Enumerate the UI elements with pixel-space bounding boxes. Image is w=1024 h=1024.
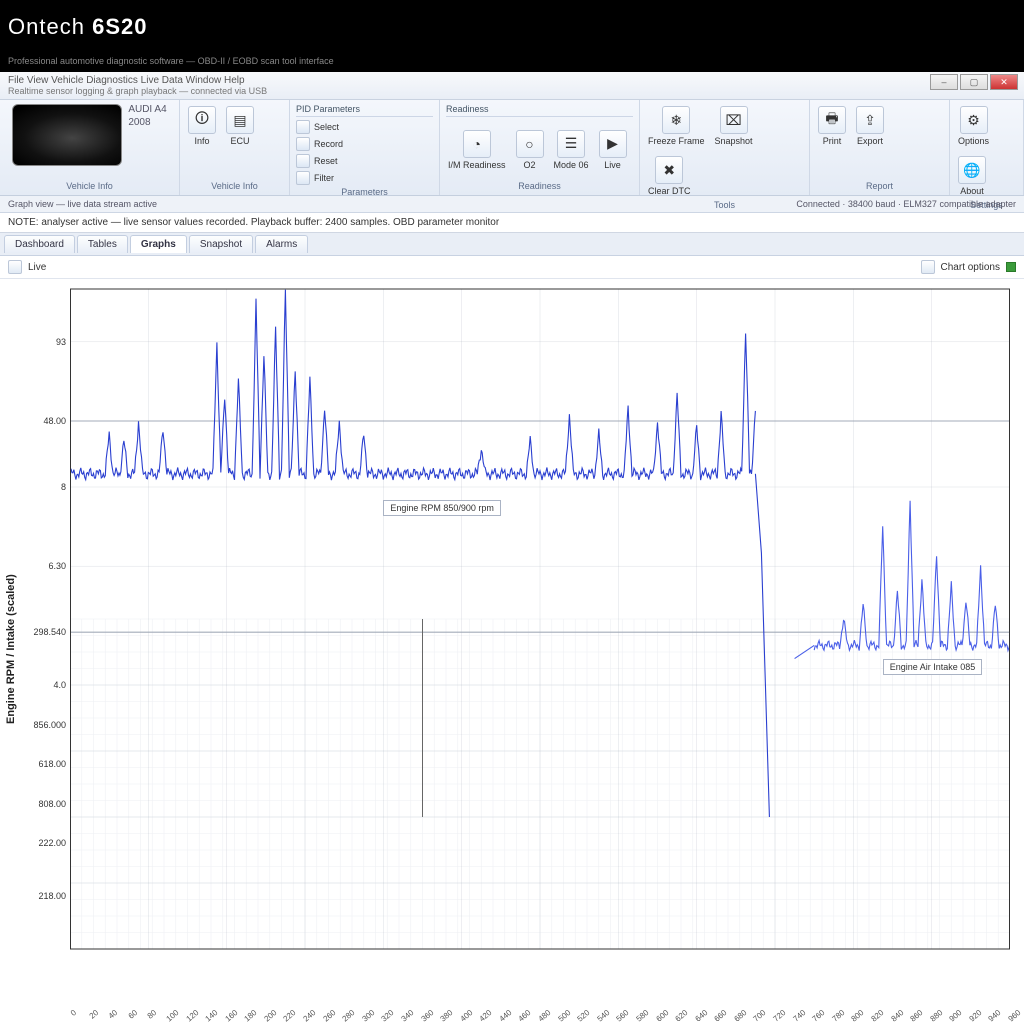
ribbon-group-info: 🛈Info ▤ECU Vehicle Info	[180, 100, 290, 195]
checkbox-icon	[296, 120, 310, 134]
ribbon-group-params: PID Parameters Select Record Reset Filte…	[290, 100, 440, 195]
chart-area: Engine RPM / Intake (scaled) 9348.0086.3…	[0, 279, 1024, 1019]
list-icon: ☰	[557, 130, 585, 158]
info-button[interactable]: 🛈Info	[186, 104, 218, 148]
info-icon: 🛈	[188, 106, 216, 134]
ribbon-caption-tools: Tools	[646, 200, 803, 210]
chip-icon: ▤	[226, 106, 254, 134]
chart-options-icon[interactable]	[921, 260, 935, 274]
ribbon-toolbar: AUDI A4 2008 Vehicle Info 🛈Info ▤ECU Veh…	[0, 100, 1024, 196]
export-button[interactable]: ⇪Export	[854, 104, 886, 148]
ribbon-group-readiness: Readiness ◔I/M Readiness ○O2 ☰Mode 06 ▶L…	[440, 100, 640, 195]
minimize-button[interactable]: –	[930, 74, 958, 90]
tab-alarms[interactable]: Alarms	[255, 235, 308, 253]
camera-icon: ⌧	[720, 106, 748, 134]
select-pid-button[interactable]: Select	[296, 120, 339, 134]
export-icon: ⇪	[856, 106, 884, 134]
chart-svg	[70, 279, 1010, 979]
readiness-header: Readiness	[446, 104, 633, 117]
snowflake-icon: ❄	[662, 106, 690, 134]
maximize-button[interactable]: ▢	[960, 74, 988, 90]
plot-area[interactable]: Engine RPM 850/900 rpm Engine Air Intake…	[70, 279, 1024, 1019]
play-icon: ▶	[599, 130, 627, 158]
o2-button[interactable]: ○O2	[514, 128, 546, 172]
app-brand: Ontech 6S20	[8, 14, 147, 40]
ribbon-caption-readiness: Readiness	[446, 181, 633, 191]
ribbon-caption-params: Parameters	[296, 187, 433, 197]
chart-options-label[interactable]: Chart options	[941, 262, 1000, 273]
legend-swatch	[1006, 262, 1016, 272]
chart-toolbar: Live Chart options	[0, 256, 1024, 279]
ribbon-group-report: 🖶Print ⇪Export Report	[810, 100, 950, 195]
x-axis-ticks: 0204060801001201401601802002202402602803…	[70, 999, 1024, 1019]
window-controls: – ▢ ✕	[930, 74, 1018, 90]
menu-line-1[interactable]: File View Vehicle Diagnostics Live Data …	[8, 75, 1016, 86]
status-right: Connected · 38400 baud · ELM327 compatib…	[796, 199, 1016, 209]
vehicle-image	[12, 104, 122, 166]
ribbon-group-vehicle: AUDI A4 2008 Vehicle Info	[0, 100, 180, 195]
reset-icon	[296, 154, 310, 168]
filter-icon	[296, 171, 310, 185]
y-axis-label: Engine RPM / Intake (scaled)	[0, 279, 22, 1019]
print-button[interactable]: 🖶Print	[816, 104, 848, 148]
status-bar: Graph view — live data stream active Con…	[0, 196, 1024, 213]
ribbon-caption-info: Vehicle Info	[186, 181, 283, 191]
chart-live-label: Live	[28, 262, 46, 273]
record-button[interactable]: Record	[296, 137, 343, 151]
snapshot-button[interactable]: ⌧Snapshot	[713, 104, 755, 148]
y-axis-ticks: 9348.0086.30298.5404.0856.000618.00808.0…	[22, 279, 70, 1019]
menu-bar: File View Vehicle Diagnostics Live Data …	[0, 72, 1024, 100]
erase-icon: ✖	[655, 156, 683, 184]
vehicle-model: AUDI A4	[128, 104, 166, 115]
reset-button[interactable]: Reset	[296, 154, 338, 168]
ribbon-caption-vehicle: Vehicle Info	[66, 181, 113, 191]
vehicle-year: 2008	[128, 117, 166, 128]
printer-icon: 🖶	[818, 106, 846, 134]
about-button[interactable]: 🌐About	[956, 154, 988, 198]
clear-dtc-button[interactable]: ✖Clear DTC	[646, 154, 693, 198]
chart-live-icon[interactable]	[8, 260, 22, 274]
ribbon-group-settings: ⚙Options 🌐About Settings	[950, 100, 1024, 195]
tab-graphs[interactable]: Graphs	[130, 235, 187, 253]
globe-icon: 🌐	[958, 156, 986, 184]
options-button[interactable]: ⚙Options	[956, 104, 991, 148]
title-bar: Ontech 6S20	[0, 0, 1024, 54]
menu-line-2: Realtime sensor logging & graph playback…	[8, 86, 1016, 96]
title-subtitle: Professional automotive diagnostic softw…	[0, 54, 1024, 72]
mode06-button[interactable]: ☰Mode 06	[552, 128, 591, 172]
o2-icon: ○	[516, 130, 544, 158]
tab-dashboard[interactable]: Dashboard	[4, 235, 75, 253]
filter-button[interactable]: Filter	[296, 171, 334, 185]
brand-mid: tech	[39, 14, 85, 39]
brand-model: 6S20	[92, 14, 147, 39]
gear-icon: ⚙	[960, 106, 988, 134]
params-header: PID Parameters	[296, 104, 433, 117]
ribbon-caption-report: Report	[816, 181, 943, 191]
brand-prefix: On	[8, 14, 39, 39]
info-bar: NOTE: analyser active — live sensor valu…	[0, 213, 1024, 233]
freeze-frame-button[interactable]: ❄Freeze Frame	[646, 104, 707, 148]
live-button[interactable]: ▶Live	[597, 128, 629, 172]
series-label-intake: Engine Air Intake 085	[883, 659, 983, 675]
record-icon	[296, 137, 310, 151]
gauge-icon: ◔	[463, 130, 491, 158]
ribbon-group-tools: ❄Freeze Frame ⌧Snapshot ✖Clear DTC Tools	[640, 100, 810, 195]
close-button[interactable]: ✕	[990, 74, 1018, 90]
tab-tables[interactable]: Tables	[77, 235, 128, 253]
status-left: Graph view — live data stream active	[8, 199, 157, 209]
ecu-button[interactable]: ▤ECU	[224, 104, 256, 148]
tab-strip: Dashboard Tables Graphs Snapshot Alarms	[0, 233, 1024, 256]
tab-snapshot[interactable]: Snapshot	[189, 235, 253, 253]
im-readiness-button[interactable]: ◔I/M Readiness	[446, 128, 508, 172]
series-label-rpm: Engine RPM 850/900 rpm	[383, 500, 501, 516]
